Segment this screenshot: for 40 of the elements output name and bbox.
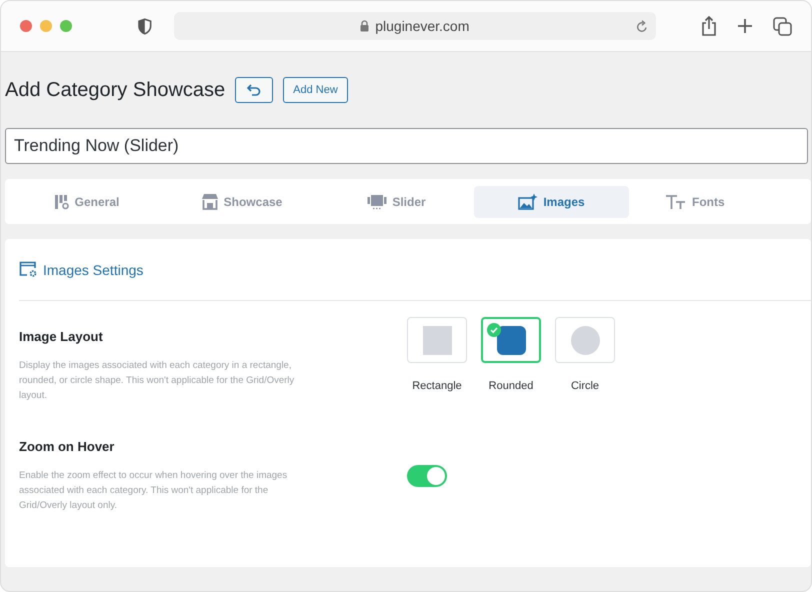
option-label: Circle bbox=[570, 380, 600, 392]
check-icon bbox=[487, 323, 501, 337]
tab[interactable]: Images bbox=[474, 186, 629, 218]
circle-icon bbox=[570, 326, 600, 354]
close-button[interactable] bbox=[20, 20, 32, 32]
store-icon bbox=[200, 193, 219, 210]
share-icon[interactable] bbox=[701, 16, 717, 36]
font-icon bbox=[665, 194, 687, 210]
tab[interactable]: Slider bbox=[319, 186, 474, 218]
toggle-switch[interactable] bbox=[407, 465, 447, 487]
settings-icon bbox=[54, 194, 70, 210]
setting-description: Enable the zoom effect to occur when hovering over the images associated with each category. This won't applicable for the Grid/Overly layout only. bbox=[19, 469, 288, 513]
option-label: Rounded bbox=[488, 380, 534, 392]
page-title: Add Category Showcase bbox=[5, 78, 226, 102]
setting-label: Zoom on Hover bbox=[19, 438, 116, 454]
square-icon bbox=[422, 326, 452, 354]
image-icon bbox=[518, 193, 538, 210]
url-text: pluginever.com bbox=[375, 18, 470, 34]
plus-icon[interactable] bbox=[737, 18, 753, 34]
lock-icon bbox=[360, 20, 370, 32]
tab[interactable]: Showcase bbox=[164, 186, 319, 218]
slider-icon bbox=[367, 194, 388, 210]
reload-icon[interactable] bbox=[636, 20, 648, 33]
setting-description: Display the images associated with each category in a rectangle, rounded, or circle shape. This won't applicable for the Grid/Overly layout. bbox=[19, 359, 296, 403]
back-button[interactable] bbox=[235, 77, 274, 103]
tab[interactable]: Fonts bbox=[659, 186, 731, 218]
settings-window-icon bbox=[19, 261, 38, 278]
zoom-button[interactable] bbox=[60, 20, 72, 32]
layout-option[interactable] bbox=[481, 317, 541, 363]
tab[interactable]: General bbox=[9, 186, 164, 218]
shield-icon[interactable] bbox=[138, 18, 152, 34]
setting-label: Image Layout bbox=[19, 328, 104, 344]
undo-icon bbox=[247, 84, 262, 96]
name-field[interactable]: Trending Now (Slider) bbox=[5, 128, 808, 164]
address-bar[interactable]: pluginever.com bbox=[174, 12, 656, 40]
section-title: Images Settings bbox=[43, 262, 144, 278]
option-label: Rectangle bbox=[412, 380, 462, 392]
tabs-icon[interactable] bbox=[773, 16, 792, 36]
add-new-button[interactable]: Add New bbox=[283, 77, 348, 103]
rounded-square-icon bbox=[496, 326, 526, 354]
